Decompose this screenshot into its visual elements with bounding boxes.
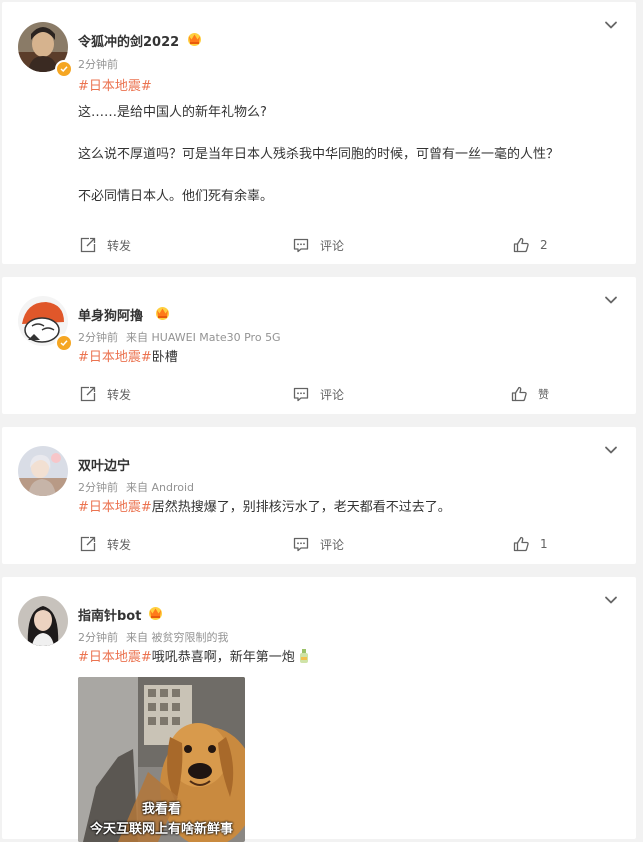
post-text-line: 这……是给中国人的新年礼物么?	[78, 105, 267, 120]
post-text-line: 不必同情日本人。他们死有余辜。	[78, 189, 274, 204]
repost-button[interactable]: 转发	[79, 234, 131, 256]
post-card: 令狐冲的剑2022 2分钟前 #日本地震# 这……是给中国人的新年礼物么? 这么…	[2, 2, 636, 264]
chevron-down-icon[interactable]	[604, 593, 618, 607]
crown-icon	[154, 305, 171, 320]
image-caption-line-2: 今天互联网上有啥新鲜事	[89, 822, 233, 837]
post-time[interactable]: 2分钟前	[78, 58, 118, 71]
comment-icon	[292, 535, 310, 553]
crown-icon	[147, 605, 164, 620]
avatar-image	[18, 596, 68, 646]
post-card: 指南针bot 2分钟前来自 被贫穷限制的我 #日本地震#哦吼恭喜啊，新年第一炮	[2, 577, 636, 842]
post-text: 卧槽	[151, 350, 178, 365]
avatar-image	[18, 446, 68, 496]
comment-button[interactable]: 评论	[292, 383, 344, 405]
verified-icon	[55, 334, 73, 352]
username[interactable]: 单身狗阿擼	[78, 305, 143, 324]
repost-label: 转发	[107, 387, 132, 402]
like-label: 赞	[538, 388, 549, 401]
like-icon	[512, 236, 530, 254]
post-text: 哦吼恭喜啊，新年第一炮	[151, 650, 295, 665]
post-content: #日本地震# 这……是给中国人的新年礼物么? 这么说不厚道吗？可是当年日本人残杀…	[78, 77, 616, 207]
post-content: #日本地震#居然热搜爆了，别排核污水了，老天都看不过去了。	[78, 498, 616, 518]
avatar[interactable]	[18, 596, 68, 646]
bottle-emoji-icon	[299, 649, 308, 663]
hashtag-link[interactable]: #日本地震#	[78, 650, 152, 665]
post-source: 来自 HUAWEI Mate30 Pro 5G	[126, 331, 281, 344]
post-content: #日本地震#哦吼恭喜啊，新年第一炮	[78, 648, 616, 668]
post-time[interactable]: 2分钟前	[78, 331, 118, 344]
like-button[interactable]: 1	[512, 533, 548, 555]
post-meta: 2分钟前	[78, 56, 118, 72]
like-icon	[510, 385, 528, 403]
post-time[interactable]: 2分钟前	[78, 481, 118, 494]
post-time[interactable]: 2分钟前	[78, 631, 118, 644]
chevron-down-icon[interactable]	[604, 18, 618, 32]
like-count: 1	[540, 537, 548, 551]
like-button[interactable]: 赞	[510, 383, 549, 405]
post-actions: 转发 评论 2	[2, 234, 636, 256]
verified-icon	[55, 60, 73, 78]
post-text-line: 这么说不厚道吗？可是当年日本人残杀我中华同胞的时候，可曾有一丝一毫的人性？	[78, 147, 560, 162]
post-meta: 2分钟前 来自 被贫穷限制的我	[78, 629, 229, 645]
image-caption-line-1: 我看看	[141, 802, 181, 817]
chevron-down-icon[interactable]	[604, 293, 618, 307]
repost-icon	[79, 535, 97, 553]
comment-label: 评论	[320, 238, 345, 253]
post-image[interactable]: 我看看 今天互联网上有啥新鲜事	[78, 677, 245, 842]
username[interactable]: 指南针bot	[78, 605, 141, 624]
hashtag-link[interactable]: #日本地震#	[78, 500, 152, 515]
repost-icon	[79, 236, 97, 254]
hashtag-link[interactable]: #日本地震#	[78, 79, 152, 94]
repost-button[interactable]: 转发	[79, 533, 131, 555]
post-actions: 转发 评论 赞	[2, 383, 636, 405]
post-text: 居然热搜爆了，别排核污水了，老天都看不过去了。	[151, 500, 451, 515]
like-icon	[512, 535, 530, 553]
like-button[interactable]: 2	[512, 234, 548, 256]
post-meta: 2分钟前 来自 Android	[78, 479, 194, 495]
comment-button[interactable]: 评论	[292, 234, 344, 256]
post-source: 来自 被贫穷限制的我	[126, 631, 229, 644]
repost-button[interactable]: 转发	[79, 383, 131, 405]
hashtag-link[interactable]: #日本地震#	[78, 350, 152, 365]
crown-icon	[186, 31, 203, 46]
username[interactable]: 令狐冲的剑2022	[78, 31, 179, 50]
comment-label: 评论	[320, 387, 345, 402]
post-meta: 2分钟前 来自 HUAWEI Mate30 Pro 5G	[78, 329, 281, 345]
avatar[interactable]	[18, 446, 68, 496]
repost-label: 转发	[107, 238, 132, 253]
post-card: 双叶边宁 2分钟前 来自 Android #日本地震#居然热搜爆了，别排核污水了，…	[2, 427, 636, 564]
comment-icon	[292, 385, 310, 403]
post-content: #日本地震#卧槽	[78, 348, 616, 368]
post-actions: 转发 评论 1	[2, 533, 636, 555]
comment-label: 评论	[320, 537, 345, 552]
post-source: 来自 Android	[126, 481, 195, 494]
post-card: 单身狗阿擼 2分钟前 来自 HUAWEI Mate30 Pro 5G #日本地震#…	[2, 277, 636, 414]
comment-button[interactable]: 评论	[292, 533, 344, 555]
comment-icon	[292, 236, 310, 254]
like-count: 2	[540, 238, 548, 252]
username[interactable]: 双叶边宁	[78, 455, 130, 474]
repost-label: 转发	[107, 537, 132, 552]
repost-icon	[79, 385, 97, 403]
chevron-down-icon[interactable]	[604, 443, 618, 457]
